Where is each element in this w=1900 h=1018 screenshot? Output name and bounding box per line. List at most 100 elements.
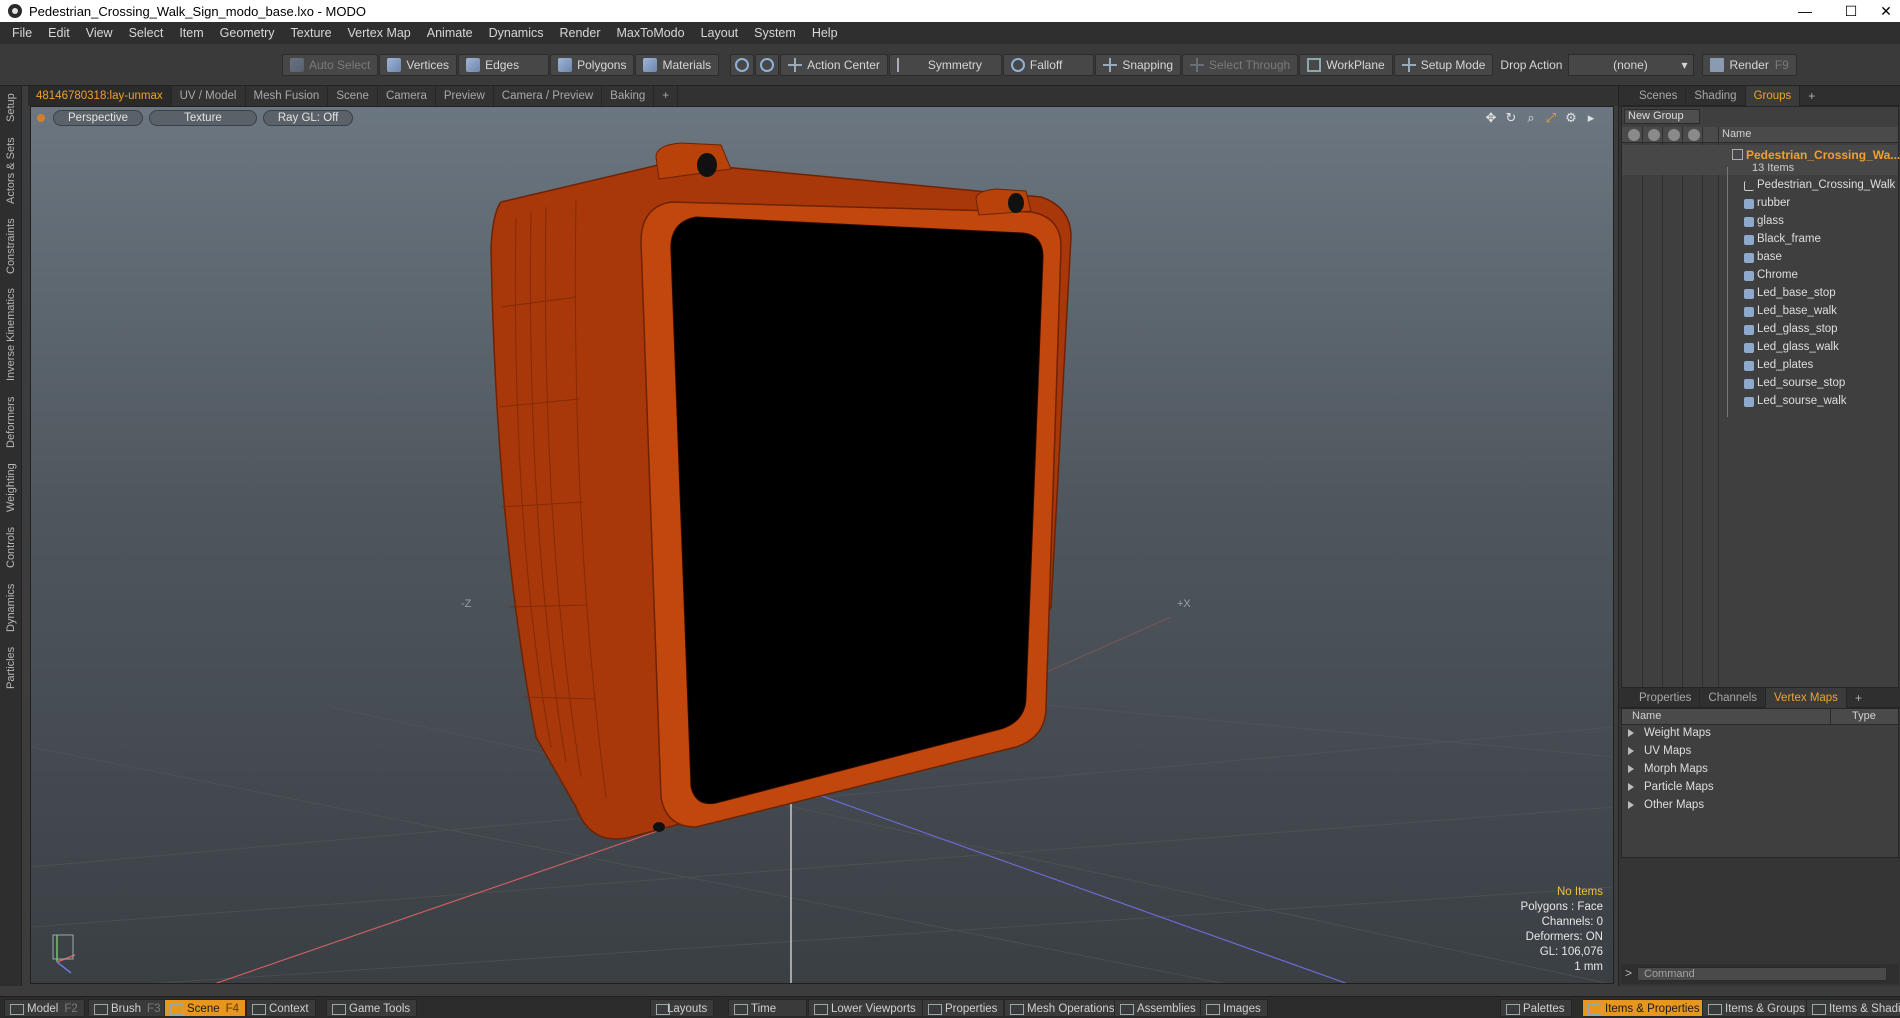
menu-view[interactable]: View bbox=[78, 22, 121, 44]
tab-camera-preview[interactable]: Camera / Preview bbox=[494, 86, 603, 106]
list-item[interactable]: base bbox=[1622, 249, 1898, 267]
setup-mode-button[interactable]: Setup Mode bbox=[1393, 53, 1494, 76]
3d-viewport[interactable]: -Z +X Perspective Texture Ray GL: Off ✥ … bbox=[30, 106, 1614, 984]
expand-icon[interactable] bbox=[1628, 801, 1634, 809]
vertices-button[interactable]: Vertices bbox=[379, 53, 458, 76]
tab-camera[interactable]: Camera bbox=[378, 86, 436, 106]
tab-scenes[interactable]: Scenes bbox=[1631, 85, 1687, 106]
falloff-button[interactable]: Falloff bbox=[1002, 53, 1095, 76]
items-properties-button[interactable]: Items & Properties bbox=[1582, 999, 1707, 1017]
tab-shading[interactable]: Shading bbox=[1686, 85, 1746, 106]
list-item[interactable]: Black_frame bbox=[1622, 231, 1898, 249]
menu-select[interactable]: Select bbox=[121, 22, 172, 44]
new-group-button[interactable]: New Group bbox=[1624, 109, 1700, 124]
scene-layout-button[interactable]: Scene F4 bbox=[164, 999, 247, 1017]
menu-system[interactable]: System bbox=[746, 22, 804, 44]
view-mode-button[interactable]: Perspective bbox=[53, 110, 144, 126]
zoom-icon[interactable]: ⌕ bbox=[1523, 110, 1539, 126]
tab-preview[interactable]: Preview bbox=[436, 86, 494, 106]
rotate-icon[interactable]: ↻ bbox=[1503, 110, 1519, 126]
list-item[interactable]: Chrome bbox=[1622, 267, 1898, 285]
materials-button[interactable]: Materials bbox=[635, 53, 720, 76]
list-item[interactable]: Led_base_walk bbox=[1622, 303, 1898, 321]
left-tab-particles[interactable]: Particles bbox=[2, 642, 20, 694]
menu-maxtomodo[interactable]: MaxToModo bbox=[609, 22, 693, 44]
tab-vertex-maps[interactable]: Vertex Maps bbox=[1766, 687, 1847, 708]
viewport-menu-icon[interactable] bbox=[37, 114, 45, 122]
gear-icon[interactable]: ⚙ bbox=[1563, 110, 1579, 126]
element-select-button[interactable] bbox=[730, 53, 755, 76]
vm-type-header[interactable]: Type bbox=[1852, 710, 1876, 722]
add-tab-button[interactable]: + bbox=[654, 86, 679, 106]
raygl-button[interactable]: Ray GL: Off bbox=[262, 110, 354, 126]
menu-dynamics[interactable]: Dynamics bbox=[481, 22, 552, 44]
minimize-button[interactable]: — bbox=[1782, 0, 1828, 22]
menu-render[interactable]: Render bbox=[552, 22, 609, 44]
tab-scene[interactable]: Scene bbox=[328, 86, 378, 106]
shading-mode-button[interactable]: Texture bbox=[149, 110, 257, 126]
left-tab-dynamics[interactable]: Dynamics bbox=[2, 580, 20, 636]
render-column-icon[interactable] bbox=[1648, 129, 1660, 141]
maximize-button[interactable]: ☐ bbox=[1828, 0, 1874, 22]
assemblies-button[interactable]: Assemblies bbox=[1114, 999, 1203, 1017]
action-center-button[interactable]: Action Center bbox=[780, 53, 888, 76]
list-item[interactable]: Led_sourse_walk bbox=[1622, 393, 1898, 411]
menu-geometry[interactable]: Geometry bbox=[212, 22, 283, 44]
left-tab-inverse-kinematics[interactable]: Inverse Kinematics bbox=[2, 288, 20, 382]
list-item[interactable]: Morph Maps bbox=[1622, 761, 1898, 779]
vm-name-header[interactable]: Name bbox=[1632, 710, 1661, 722]
items-groups-button[interactable]: Items & Groups bbox=[1702, 999, 1812, 1017]
menu-help[interactable]: Help bbox=[804, 22, 846, 44]
left-tab-actors-sets[interactable]: Actors & Sets bbox=[2, 136, 20, 206]
list-item[interactable]: Other Maps bbox=[1622, 797, 1898, 815]
select-through-button[interactable]: Select Through bbox=[1182, 53, 1299, 76]
left-tab-weighting[interactable]: Weighting bbox=[2, 460, 20, 516]
list-item[interactable]: Led_sourse_stop bbox=[1622, 375, 1898, 393]
left-tab-controls[interactable]: Controls bbox=[2, 524, 20, 572]
element-mode-button[interactable] bbox=[755, 53, 780, 76]
lock-column-icon[interactable] bbox=[1668, 129, 1680, 141]
render-button[interactable]: Render F9 bbox=[1702, 53, 1797, 76]
tab-groups[interactable]: Groups bbox=[1745, 85, 1801, 106]
list-item[interactable]: Pedestrian_Crossing_Walk ... bbox=[1622, 177, 1898, 195]
tab-channels[interactable]: Channels bbox=[1700, 687, 1767, 708]
left-tab-constraints[interactable]: Constraints bbox=[2, 214, 20, 278]
game-tools-layout-button[interactable]: Game Tools bbox=[326, 999, 418, 1017]
tab-uv-model[interactable]: UV / Model bbox=[172, 86, 246, 106]
expand-icon[interactable] bbox=[1628, 729, 1634, 737]
name-column-header[interactable]: Name bbox=[1722, 128, 1751, 140]
visibility-column-icon[interactable] bbox=[1628, 129, 1640, 141]
add-properties-tab-button[interactable]: + bbox=[1847, 691, 1870, 705]
expand-icon[interactable] bbox=[1628, 747, 1634, 755]
model-layout-button[interactable]: Model F2 bbox=[4, 999, 85, 1017]
tab-mesh-fusion[interactable]: Mesh Fusion bbox=[246, 86, 329, 106]
command-input[interactable]: Command bbox=[1637, 967, 1887, 981]
drop-action-select[interactable]: (none) ▾ bbox=[1568, 53, 1695, 76]
mesh-operations-button[interactable]: Mesh Operations bbox=[1004, 999, 1122, 1017]
menu-file[interactable]: File bbox=[4, 22, 40, 44]
list-item[interactable]: glass bbox=[1622, 213, 1898, 231]
expand-icon[interactable] bbox=[1628, 783, 1634, 791]
menu-animate[interactable]: Animate bbox=[419, 22, 481, 44]
tab-properties[interactable]: Properties bbox=[1631, 687, 1701, 708]
menu-layout[interactable]: Layout bbox=[693, 22, 747, 44]
expand-icon[interactable] bbox=[1628, 765, 1634, 773]
close-button[interactable]: ✕ bbox=[1872, 0, 1900, 22]
list-item[interactable]: UV Maps bbox=[1622, 743, 1898, 761]
tab-layout-unmax[interactable]: 48146780318:lay-unmax bbox=[28, 86, 172, 106]
chevron-right-icon[interactable]: ▸ bbox=[1583, 110, 1599, 126]
palettes-button[interactable]: Palettes bbox=[1500, 999, 1572, 1017]
menu-item[interactable]: Item bbox=[171, 22, 211, 44]
context-layout-button[interactable]: Context bbox=[246, 999, 316, 1017]
menu-vertex-map[interactable]: Vertex Map bbox=[340, 22, 419, 44]
list-item[interactable]: Weight Maps bbox=[1622, 725, 1898, 743]
group-root-row[interactable]: Pedestrian_Crossing_Wa... 13 Items bbox=[1622, 145, 1900, 175]
add-panel-tab-button[interactable]: + bbox=[1800, 89, 1823, 103]
time-button[interactable]: Time bbox=[728, 999, 808, 1017]
layouts-button[interactable]: Layouts bbox=[650, 999, 715, 1017]
menu-texture[interactable]: Texture bbox=[283, 22, 340, 44]
list-item[interactable]: Particle Maps bbox=[1622, 779, 1898, 797]
list-item[interactable]: rubber bbox=[1622, 195, 1898, 213]
list-item[interactable]: Led_plates bbox=[1622, 357, 1898, 375]
tab-baking[interactable]: Baking bbox=[602, 86, 655, 106]
